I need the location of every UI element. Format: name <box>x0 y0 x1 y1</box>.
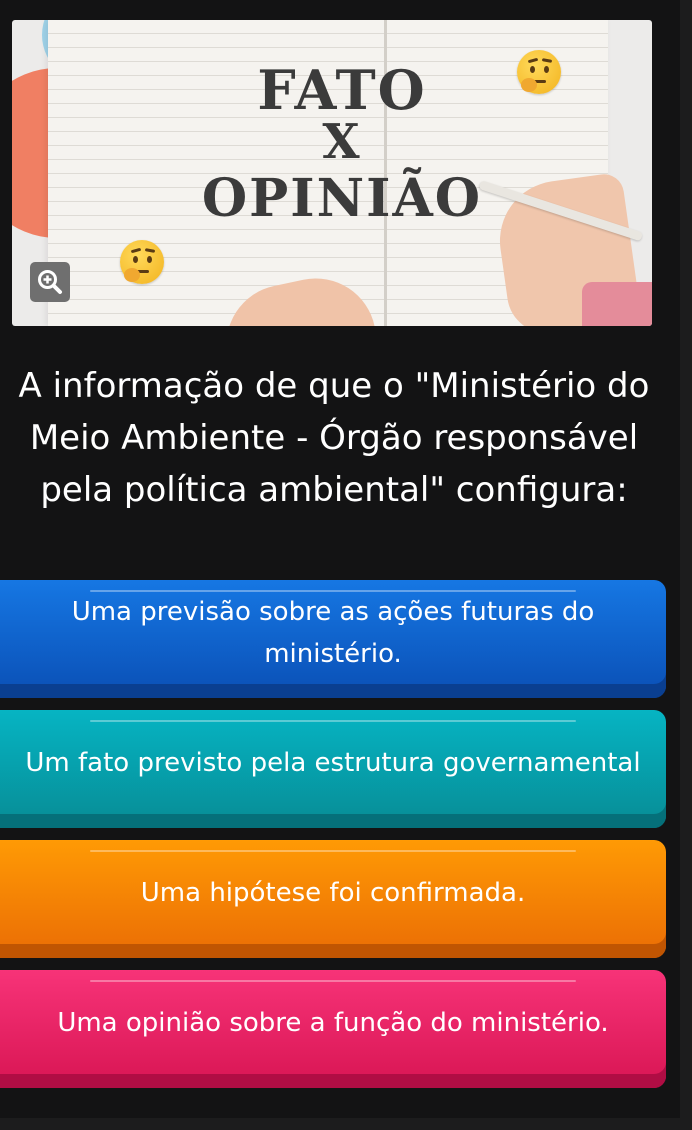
answer-option-4[interactable]: Uma opinião sobre a função do ministério… <box>0 970 666 1088</box>
answer-option-2[interactable]: Um fato previsto pela estrutura governam… <box>0 710 666 828</box>
question-image: FATO X OPINIÃO <box>12 20 652 326</box>
image-title-line-2: X <box>322 114 362 170</box>
thinking-face-icon <box>120 240 164 284</box>
zoom-in-icon <box>38 270 62 294</box>
answer-label: Uma hipótese foi confirmada. <box>140 878 526 908</box>
answer-label: Uma previsão sobre as ações futuras do m… <box>71 597 595 669</box>
zoom-in-button[interactable] <box>30 262 70 302</box>
thinking-face-icon <box>517 50 561 94</box>
image-title-line-1: FATO <box>257 58 427 122</box>
question-text: A informação de que o "Ministério do Mei… <box>18 366 650 510</box>
image-title-line-3: OPINIÃO <box>201 168 483 229</box>
sleeve-illustration <box>582 282 652 326</box>
answer-option-1[interactable]: Uma previsão sobre as ações futuras do m… <box>0 580 666 698</box>
answer-option-3[interactable]: Uma hipótese foi confirmada. <box>0 840 666 958</box>
answer-label: Uma opinião sobre a função do ministério… <box>57 1008 609 1038</box>
answer-label: Um fato previsto pela estrutura governam… <box>25 748 641 778</box>
